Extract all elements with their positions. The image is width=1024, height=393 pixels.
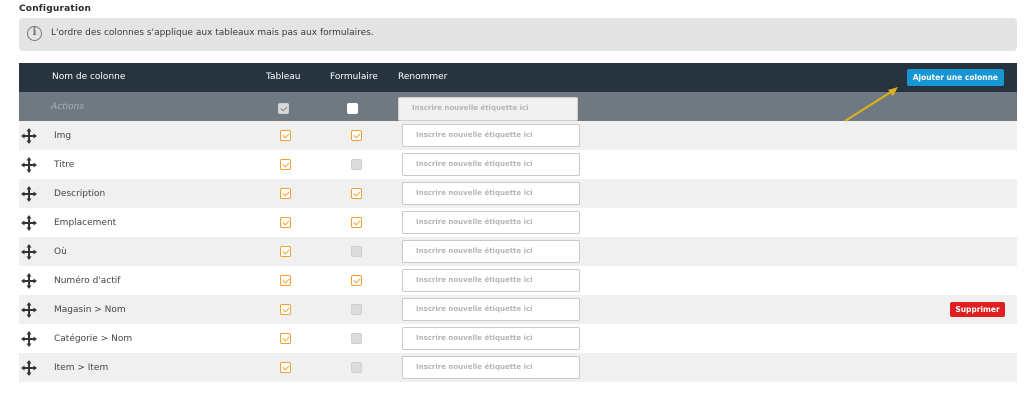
add-column-button[interactable]: Ajouter une colonne — [906, 69, 1004, 86]
column-name: Catégorie > Nom — [54, 334, 133, 344]
header-tableau: Tableau — [266, 72, 301, 82]
drag-handle-icon[interactable] — [21, 273, 37, 289]
info-icon: i — [27, 26, 42, 41]
formulaire-checkbox[interactable] — [351, 130, 362, 141]
column-name: Où — [54, 247, 67, 257]
tableau-checkbox[interactable] — [280, 159, 291, 170]
header-formulaire: Formulaire — [330, 72, 378, 82]
delete-button[interactable]: Supprimer — [950, 302, 1005, 317]
formulaire-checkbox[interactable] — [351, 246, 362, 257]
formulaire-checkbox[interactable] — [351, 217, 362, 228]
tableau-checkbox[interactable] — [280, 246, 291, 257]
tableau-checkbox[interactable] — [280, 130, 291, 141]
table-row: Item > Item Inscrire nouvelle étiquette i… — [19, 353, 1017, 382]
column-name: Emplacement — [54, 218, 117, 228]
drag-handle-icon[interactable] — [21, 157, 37, 173]
formulaire-checkbox[interactable] — [351, 304, 362, 315]
actions-formulaire-checkbox[interactable] — [347, 103, 358, 114]
drag-handle-icon[interactable] — [21, 331, 37, 347]
formulaire-checkbox[interactable] — [351, 188, 362, 199]
tableau-checkbox[interactable] — [280, 275, 291, 286]
table-row: Magasin > Nom Inscrire nouvelle étiquette… — [19, 295, 1017, 324]
table-row: Où Inscrire nouvelle étiquette ici — [19, 237, 1017, 266]
info-text: L'ordre des colonnes s'applique aux tabl… — [51, 28, 374, 38]
column-name: Magasin > Nom — [54, 305, 126, 315]
actions-label: Actions — [51, 102, 85, 112]
info-banner: i L'ordre des colonnes s'applique aux ta… — [19, 18, 1017, 51]
actions-tableau-checkbox[interactable] — [278, 103, 289, 114]
column-name: Description — [54, 189, 106, 199]
tableau-checkbox[interactable] — [280, 217, 291, 228]
formulaire-checkbox[interactable] — [351, 159, 362, 170]
rename-input[interactable]: Inscrire nouvelle étiquette ici — [402, 124, 580, 147]
rename-input[interactable]: Inscrire nouvelle étiquette ici — [402, 153, 580, 176]
table-row: Numéro d'actif Inscrire nouvelle étiquett… — [19, 266, 1017, 295]
formulaire-checkbox[interactable] — [351, 333, 362, 344]
rename-input[interactable]: Inscrire nouvelle étiquette ici — [402, 182, 580, 205]
rename-input[interactable]: Inscrire nouvelle étiquette ici — [402, 298, 580, 321]
section-title: Configuration — [19, 4, 92, 14]
column-name: Img — [54, 131, 72, 141]
rename-input[interactable]: Inscrire nouvelle étiquette ici — [402, 327, 580, 350]
header-renommer: Renommer — [398, 72, 448, 82]
header-column-name: Nom de colonne — [52, 72, 126, 82]
pointer-arrow-icon — [844, 87, 898, 122]
drag-handle-icon[interactable] — [21, 215, 37, 231]
drag-handle-icon[interactable] — [21, 128, 37, 144]
drag-handle-icon[interactable] — [21, 302, 37, 318]
table-row: Catégorie > Nom Inscrire nouvelle étiquet… — [19, 324, 1017, 353]
tableau-checkbox[interactable] — [280, 304, 291, 315]
drag-handle-icon[interactable] — [21, 244, 37, 260]
column-name: Item > Item — [54, 363, 109, 373]
column-name: Titre — [54, 160, 75, 170]
rename-input[interactable]: Inscrire nouvelle étiquette ici — [402, 356, 580, 379]
table-row: Img Inscrire nouvelle étiquette ici — [19, 121, 1017, 150]
drag-handle-icon[interactable] — [21, 360, 37, 376]
tableau-checkbox[interactable] — [280, 362, 291, 373]
table-row: Description Inscrire nouvelle étiquette i… — [19, 179, 1017, 208]
tableau-checkbox[interactable] — [280, 188, 291, 199]
formulaire-checkbox[interactable] — [351, 275, 362, 286]
column-name: Numéro d'actif — [54, 276, 121, 286]
formulaire-checkbox[interactable] — [351, 362, 362, 373]
table-row: Titre Inscrire nouvelle étiquette ici — [19, 150, 1017, 179]
table-row: Emplacement Inscrire nouvelle étiquette i… — [19, 208, 1017, 237]
tableau-checkbox[interactable] — [280, 333, 291, 344]
rename-input[interactable]: Inscrire nouvelle étiquette ici — [402, 240, 580, 263]
rename-input[interactable]: Inscrire nouvelle étiquette ici — [402, 211, 580, 234]
drag-handle-icon[interactable] — [21, 186, 37, 202]
rename-input[interactable]: Inscrire nouvelle étiquette ici — [402, 269, 580, 292]
actions-rename-input[interactable]: Inscrire nouvelle étiquette ici — [398, 97, 578, 121]
